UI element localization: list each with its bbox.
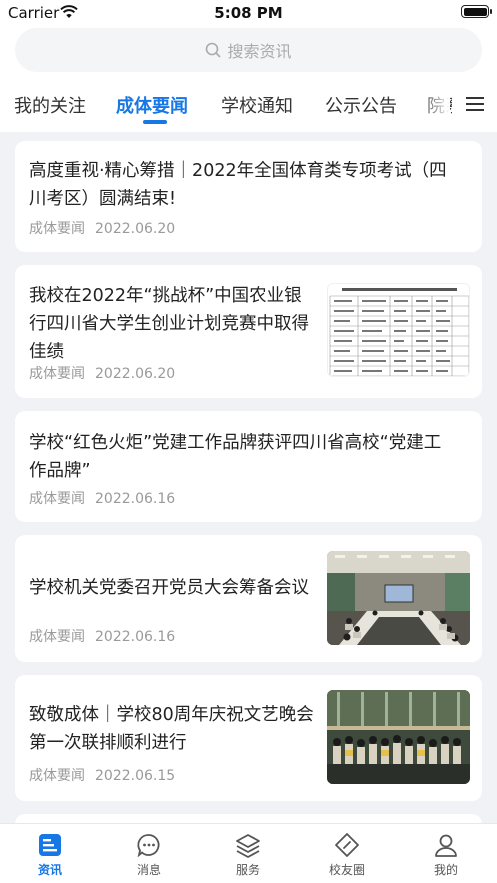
article-title: 高度重视·精心筹措｜2022年全国体育类专项考试（四 川考区）圆满结束! bbox=[29, 157, 469, 213]
article-card[interactable]: 我校在2022年“挑战杯”中国农业银 行四川省大学生创业计划竞赛中取得 佳绩 成… bbox=[15, 265, 482, 398]
tab-news[interactable]: 成体要闻 bbox=[116, 92, 188, 118]
article-title-line: 致敬成体｜学校80周年庆祝文艺晚会 bbox=[29, 705, 314, 725]
tabbar-item-messages[interactable]: 消息 bbox=[109, 832, 189, 878]
news-icon bbox=[39, 834, 61, 856]
article-date: 2022.06.20 bbox=[95, 366, 176, 382]
clock: 5:08 PM bbox=[214, 4, 283, 22]
article-title-line: 学校机关党委召开党员大会筹备会议 bbox=[29, 578, 309, 598]
article-meta: 成体要闻 2022.06.16 bbox=[29, 488, 175, 508]
article-title-line: 佳绩 bbox=[29, 342, 64, 362]
article-title-line: 川考区）圆满结束! bbox=[29, 189, 177, 209]
article-title-line: 第一次联排顺利进行 bbox=[29, 733, 187, 753]
layers-icon bbox=[236, 834, 260, 858]
article-title-line: 作品牌” bbox=[29, 461, 91, 481]
message-icon bbox=[137, 834, 160, 858]
tab-school-notice[interactable]: 学校通知 bbox=[221, 92, 293, 118]
article-title-line: 我校在2022年“挑战杯”中国农业银 bbox=[29, 286, 302, 306]
article-thumbnail bbox=[327, 283, 470, 377]
tab-menu-button[interactable] bbox=[452, 82, 497, 126]
article-title: 我校在2022年“挑战杯”中国农业银 行四川省大学生创业计划竞赛中取得 佳绩 bbox=[29, 282, 329, 366]
article-card[interactable]: 学校机关党委召开党员大会筹备会议 成体要闻 2022.06.16 bbox=[15, 535, 482, 662]
tabbar-label: 消息 bbox=[136, 863, 161, 877]
status-bar: Carrier 5:08 PM bbox=[0, 0, 497, 26]
search-icon bbox=[206, 42, 222, 58]
article-title: 致敬成体｜学校80周年庆祝文艺晚会 第一次联排顺利进行 bbox=[29, 701, 329, 757]
article-meta: 成体要闻 2022.06.20 bbox=[29, 363, 175, 383]
tab-fade bbox=[420, 82, 450, 126]
profile-icon bbox=[435, 834, 457, 857]
article-category: 成体要闻 bbox=[29, 221, 85, 237]
article-thumbnail bbox=[327, 551, 470, 645]
article-meta: 成体要闻 2022.06.15 bbox=[29, 765, 175, 785]
tabbar-label: 校友圈 bbox=[328, 863, 365, 877]
tabbar-item-profile[interactable]: 我的 bbox=[406, 832, 486, 878]
stage-performance-photo bbox=[327, 690, 470, 784]
article-date: 2022.06.15 bbox=[95, 768, 176, 784]
article-date: 2022.06.16 bbox=[95, 491, 176, 507]
tabbar-label: 我的 bbox=[433, 863, 458, 877]
article-title: 学校“红色火炬”党建工作品牌获评四川省高校“党建工 作品牌” bbox=[29, 429, 469, 485]
search-bar[interactable]: 搜索资讯 bbox=[15, 28, 482, 72]
article-title-line: 学校“红色火炬”党建工作品牌获评四川省高校“党建工 bbox=[29, 433, 442, 453]
tabbar-label: 服务 bbox=[235, 863, 260, 877]
article-thumbnail bbox=[327, 690, 470, 784]
tabbar-label: 资讯 bbox=[37, 863, 62, 877]
tabbar-item-news[interactable]: 资讯 bbox=[10, 832, 90, 878]
tab-public-notice[interactable]: 公示公告 bbox=[325, 92, 397, 118]
compass-icon bbox=[335, 833, 359, 857]
article-category: 成体要闻 bbox=[29, 366, 85, 382]
article-title-line: 高度重视·精心筹措｜2022年全国体育类专项考试（四 bbox=[29, 161, 447, 181]
bottom-tab-bar: 资讯 消息 服务 校友圈 我的 bbox=[0, 823, 497, 883]
article-card[interactable]: 学校“红色火炬”党建工作品牌获评四川省高校“党建工 作品牌” 成体要闻 2022.… bbox=[15, 411, 482, 522]
article-card[interactable]: 致敬成体｜学校80周年庆祝文艺晚会 第一次联排顺利进行 成体要闻 2022.06.… bbox=[15, 675, 482, 801]
article-card[interactable]: 高度重视·精心筹措｜2022年全国体育类专项考试（四 川考区）圆满结束! 成体要… bbox=[15, 141, 482, 252]
article-title: 学校机关党委召开党员大会筹备会议 bbox=[29, 574, 329, 602]
active-tab-indicator bbox=[143, 120, 167, 124]
article-category: 成体要闻 bbox=[29, 491, 85, 507]
article-meta: 成体要闻 2022.06.16 bbox=[29, 626, 175, 646]
tab-my-follow[interactable]: 我的关注 bbox=[14, 92, 86, 118]
article-date: 2022.06.16 bbox=[95, 629, 176, 645]
document-table-image bbox=[328, 284, 469, 376]
article-title-line: 行四川省大学生创业计划竞赛中取得 bbox=[29, 314, 309, 334]
meeting-room-photo bbox=[327, 551, 470, 645]
article-meta: 成体要闻 2022.06.20 bbox=[29, 218, 175, 238]
search-placeholder: 搜索资讯 bbox=[227, 42, 292, 61]
article-category: 成体要闻 bbox=[29, 768, 85, 784]
category-tabs: 我的关注 成体要闻 学校通知 公示公告 院系 bbox=[0, 82, 497, 126]
menu-icon bbox=[465, 97, 484, 111]
header: Carrier 5:08 PM 搜索资讯 我的关注 成体要闻 学校通知 公示公告… bbox=[0, 0, 497, 132]
tabbar-item-services[interactable]: 服务 bbox=[208, 832, 288, 878]
tabbar-item-alumni[interactable]: 校友圈 bbox=[307, 832, 387, 878]
battery-icon bbox=[461, 5, 492, 18]
article-date: 2022.06.20 bbox=[95, 221, 176, 237]
article-category: 成体要闻 bbox=[29, 629, 85, 645]
